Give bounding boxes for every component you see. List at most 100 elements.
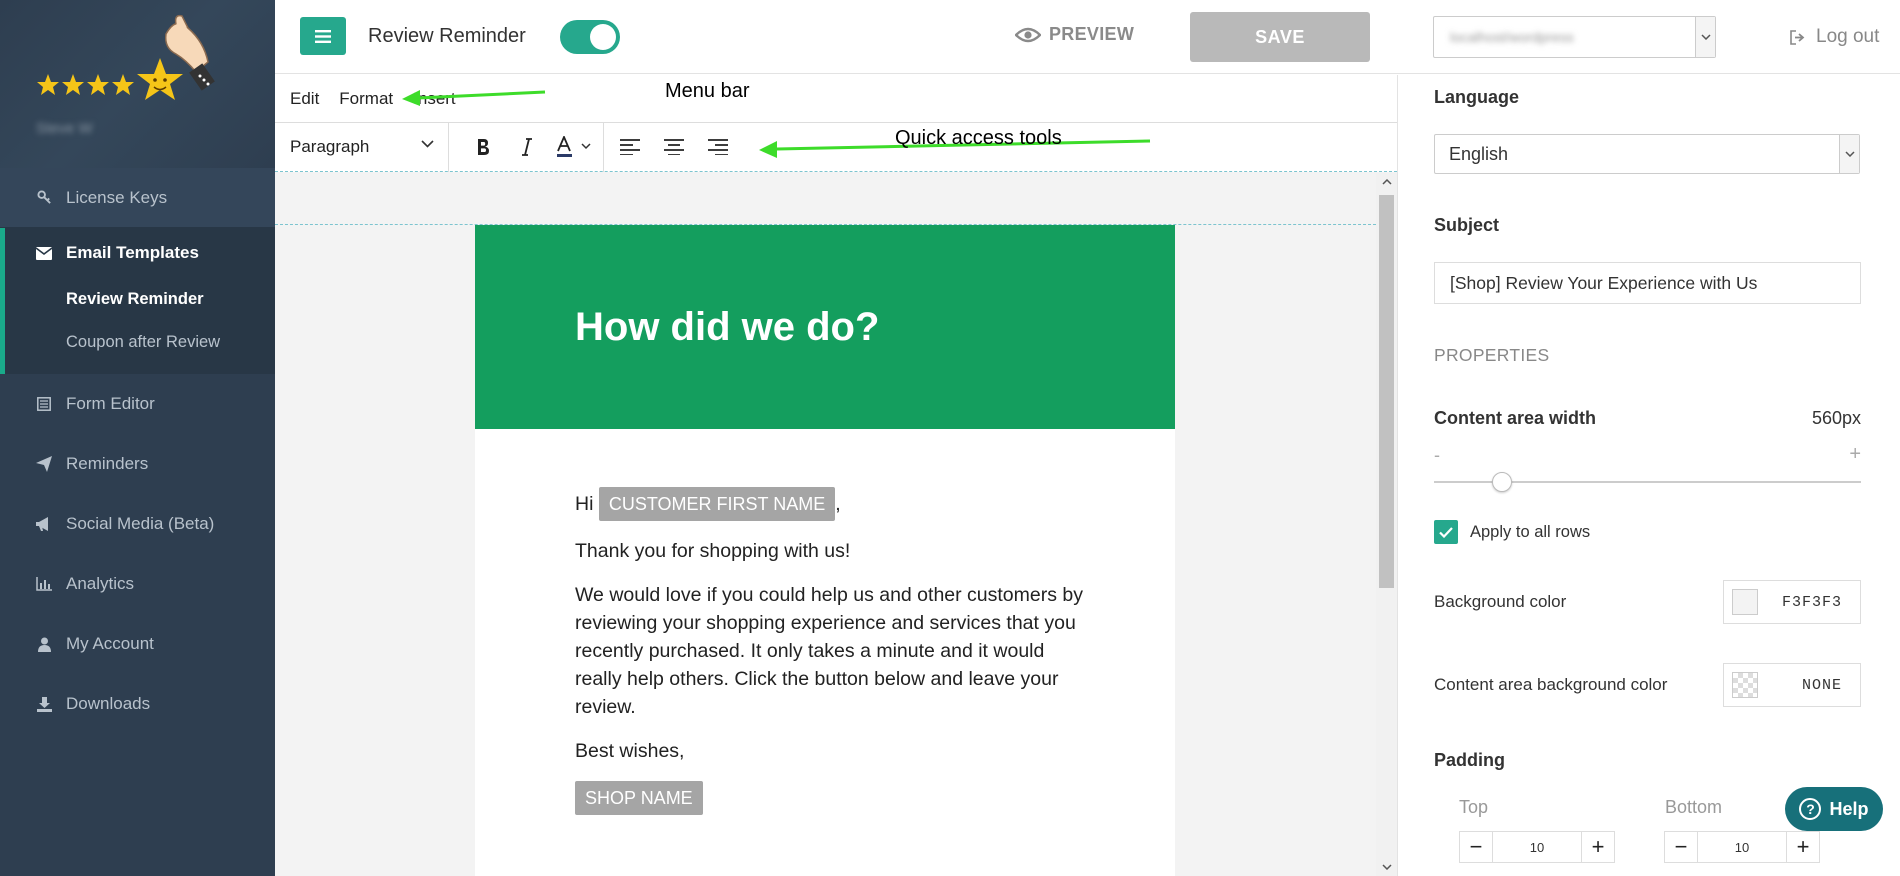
email-content: How did we do? Hi CUSTOMER FIRST NAME, T… xyxy=(475,225,1175,876)
block-format-select[interactable]: Paragraph xyxy=(275,122,449,172)
shop-name-tag[interactable]: SHOP NAME xyxy=(575,781,703,815)
question-icon: ? xyxy=(1799,798,1822,820)
sidebar-item-downloads[interactable]: Downloads xyxy=(0,674,275,734)
sidebar-item-form-editor[interactable]: Form Editor xyxy=(0,374,275,434)
subject-input[interactable]: [Shop] Review Your Experience with Us xyxy=(1434,262,1861,304)
properties-panel: Language English Subject [Shop] Review Y… xyxy=(1397,75,1900,876)
sidebar-item-reminders[interactable]: Reminders xyxy=(0,434,275,494)
user-name: Steve W xyxy=(36,120,93,137)
user-icon xyxy=(36,636,52,652)
quick-tools-annotation: Quick access tools xyxy=(895,127,1062,149)
menu-bar-annotation: Menu bar xyxy=(665,80,750,102)
menu-edit[interactable]: Edit xyxy=(290,89,319,109)
plus-icon[interactable]: + xyxy=(1787,832,1819,862)
slider-thumb[interactable] xyxy=(1492,472,1513,492)
help-label: Help xyxy=(1829,798,1869,819)
sidebar-item-social-media[interactable]: Social Media (Beta) xyxy=(0,494,275,554)
minus-icon[interactable]: − xyxy=(1665,832,1697,862)
stars-hand-logo xyxy=(37,14,215,100)
chevron-down-icon xyxy=(421,139,434,148)
greeting-suffix: , xyxy=(835,493,841,515)
sidebar-subitem-coupon-after-review[interactable]: Coupon after Review xyxy=(5,321,275,364)
padding-bottom-stepper[interactable]: − 10 + xyxy=(1664,831,1820,863)
content-width-slider[interactable] xyxy=(1434,472,1861,492)
signoff-text: Best wishes, xyxy=(575,740,685,762)
sidebar-item-label: Email Templates xyxy=(66,243,199,262)
content-width-row: Content area width 560px xyxy=(1434,408,1861,429)
background-color-picker[interactable]: F3F3F3 xyxy=(1723,580,1861,624)
padding-top-stepper[interactable]: − 10 + xyxy=(1459,831,1615,863)
shop-select[interactable]: localhost/wordpress xyxy=(1433,16,1716,58)
sidebar-item-label: My Account xyxy=(66,634,154,653)
hamburger-icon xyxy=(315,29,331,43)
email-heading[interactable]: How did we do? xyxy=(575,305,879,350)
menu-format[interactable]: Format xyxy=(339,89,393,109)
italic-button[interactable] xyxy=(505,123,549,172)
sidebar-item-my-account[interactable]: My Account xyxy=(0,614,275,674)
shop-select-value: localhost/wordpress xyxy=(1450,29,1574,45)
content-bg-color-value: NONE xyxy=(1801,676,1842,694)
sidebar-group-email-templates: Email Templates Review Reminder Coupon a… xyxy=(0,228,275,374)
sidebar-item-label: Social Media (Beta) xyxy=(66,514,215,533)
sidebar: Steve W License Keys Email Templates Rev… xyxy=(0,0,275,876)
sidebar-item-label: Downloads xyxy=(66,694,151,713)
sidebar-item-license-keys[interactable]: License Keys xyxy=(0,168,275,228)
sidebar-item-label: Reminders xyxy=(66,454,149,473)
greeting-line: Hi CUSTOMER FIRST NAME, xyxy=(575,487,1085,521)
help-button[interactable]: ? Help xyxy=(1785,787,1883,831)
body-text: We would love if you could help us and o… xyxy=(575,584,1083,718)
email-header-block[interactable]: How did we do? xyxy=(475,225,1175,429)
template-enabled-toggle[interactable] xyxy=(560,20,620,54)
editor-scrollbar[interactable] xyxy=(1376,173,1397,876)
customer-first-name-tag[interactable]: CUSTOMER FIRST NAME xyxy=(598,487,836,521)
logout-link[interactable]: Log out xyxy=(1790,26,1879,48)
chevron-down-icon xyxy=(1839,135,1859,173)
sidebar-subitem-review-reminder[interactable]: Review Reminder xyxy=(5,278,275,321)
bold-button[interactable] xyxy=(461,123,505,172)
sidebar-item-email-templates[interactable]: Email Templates xyxy=(5,228,275,278)
checkmark-icon xyxy=(1439,526,1453,538)
align-left-icon xyxy=(620,139,640,155)
scroll-up-arrow-icon[interactable] xyxy=(1376,173,1397,191)
minus-icon[interactable]: − xyxy=(1460,832,1492,862)
content-bg-color-label: Content area background color xyxy=(1434,675,1668,694)
italic-icon xyxy=(522,138,532,156)
slider-labels: - + xyxy=(1434,443,1861,475)
content-bg-color-picker[interactable]: NONE xyxy=(1723,663,1861,707)
background-color-value: F3F3F3 xyxy=(1781,593,1842,611)
properties-heading: PROPERTIES xyxy=(1434,345,1550,365)
scrollbar-thumb[interactable] xyxy=(1379,195,1394,588)
align-center-button[interactable] xyxy=(652,123,696,172)
download-icon xyxy=(36,696,52,712)
padding-top-value[interactable]: 10 xyxy=(1492,832,1582,862)
text-color-icon xyxy=(557,136,591,157)
preview-label: PREVIEW xyxy=(1049,24,1135,44)
padding-bottom-label: Bottom xyxy=(1665,797,1723,817)
align-left-button[interactable] xyxy=(608,123,652,172)
hamburger-menu-button[interactable] xyxy=(300,17,346,55)
slider-minus[interactable]: - xyxy=(1434,445,1440,466)
align-right-button[interactable] xyxy=(696,123,740,172)
slider-plus[interactable]: + xyxy=(1849,443,1861,466)
plus-icon[interactable]: + xyxy=(1582,832,1614,862)
text-color-button[interactable] xyxy=(549,123,599,172)
apply-all-rows-checkbox[interactable] xyxy=(1434,520,1458,544)
sidebar-item-label: Analytics xyxy=(66,574,135,593)
editor-canvas[interactable]: How did we do? Hi CUSTOMER FIRST NAME, T… xyxy=(275,173,1376,876)
padding-bottom-value[interactable]: 10 xyxy=(1697,832,1787,862)
block-format-value: Paragraph xyxy=(290,137,370,156)
sidebar-nav: License Keys Email Templates Review Remi… xyxy=(0,168,275,734)
envelope-icon xyxy=(36,245,52,261)
email-body-block[interactable]: Hi CUSTOMER FIRST NAME, Thank you for sh… xyxy=(575,487,1085,815)
language-select[interactable]: English xyxy=(1434,134,1860,174)
preview-button[interactable]: PREVIEW xyxy=(1015,24,1134,45)
background-color-label: Background color xyxy=(1434,592,1567,611)
sidebar-item-analytics[interactable]: Analytics xyxy=(0,554,275,614)
apply-all-rows-row[interactable]: Apply to all rows xyxy=(1434,520,1590,544)
background-color-swatch xyxy=(1732,589,1758,615)
logout-label: Log out xyxy=(1816,26,1880,47)
language-value: English xyxy=(1449,143,1509,164)
scroll-down-arrow-icon[interactable] xyxy=(1376,858,1397,876)
greeting-text: Hi xyxy=(575,493,594,515)
save-button[interactable]: SAVE xyxy=(1190,12,1370,62)
